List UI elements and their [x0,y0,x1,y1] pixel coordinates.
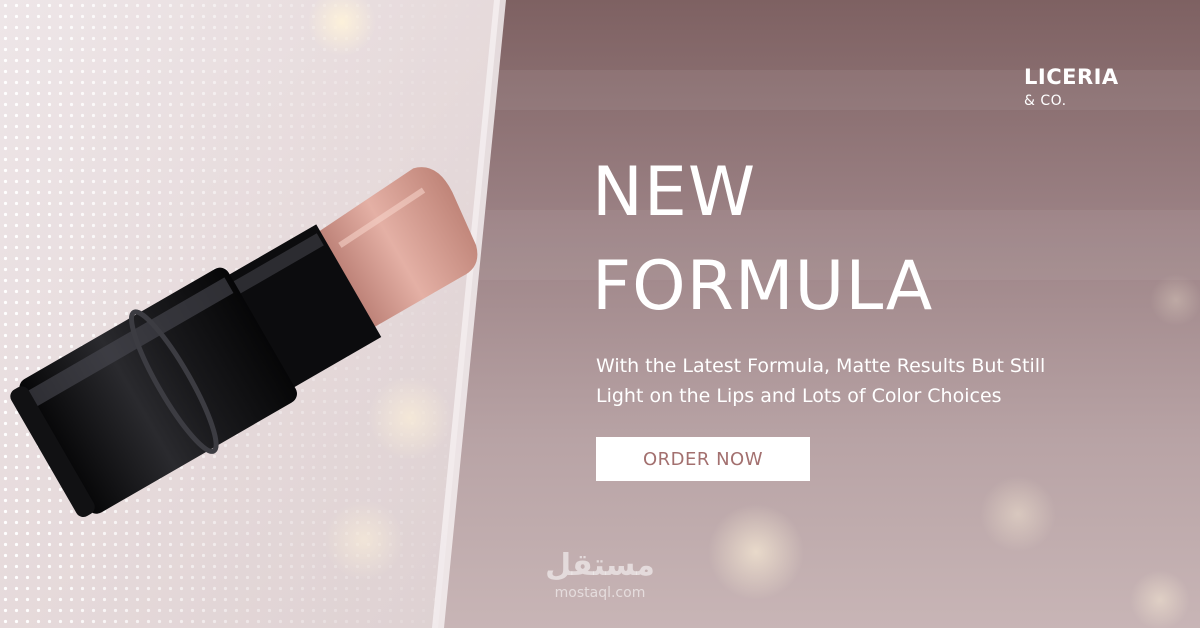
headline: NEW FORMULA [592,146,933,334]
ad-banner: LICERIA & CO. NEW FORMULA With the Lates… [0,0,1200,628]
headline-line-2: FORMULA [592,247,934,326]
subheading: With the Latest Formula, Matte Results B… [596,351,1176,411]
order-now-button[interactable]: ORDER NOW [596,437,810,481]
headline-line-1: NEW [592,153,757,232]
watermark-arabic: مستقل [545,548,655,583]
watermark: مستقل mostaql.com [520,548,680,602]
brand-logo: LICERIA & CO. [1024,63,1119,111]
brand-subtitle: & CO. [1024,93,1067,109]
subheading-line-2: Light on the Lips and Lots of Color Choi… [596,385,1002,407]
brand-name: LICERIA [1024,65,1119,89]
subheading-line-1: With the Latest Formula, Matte Results B… [596,355,1046,377]
watermark-url: mostaql.com [554,585,646,601]
